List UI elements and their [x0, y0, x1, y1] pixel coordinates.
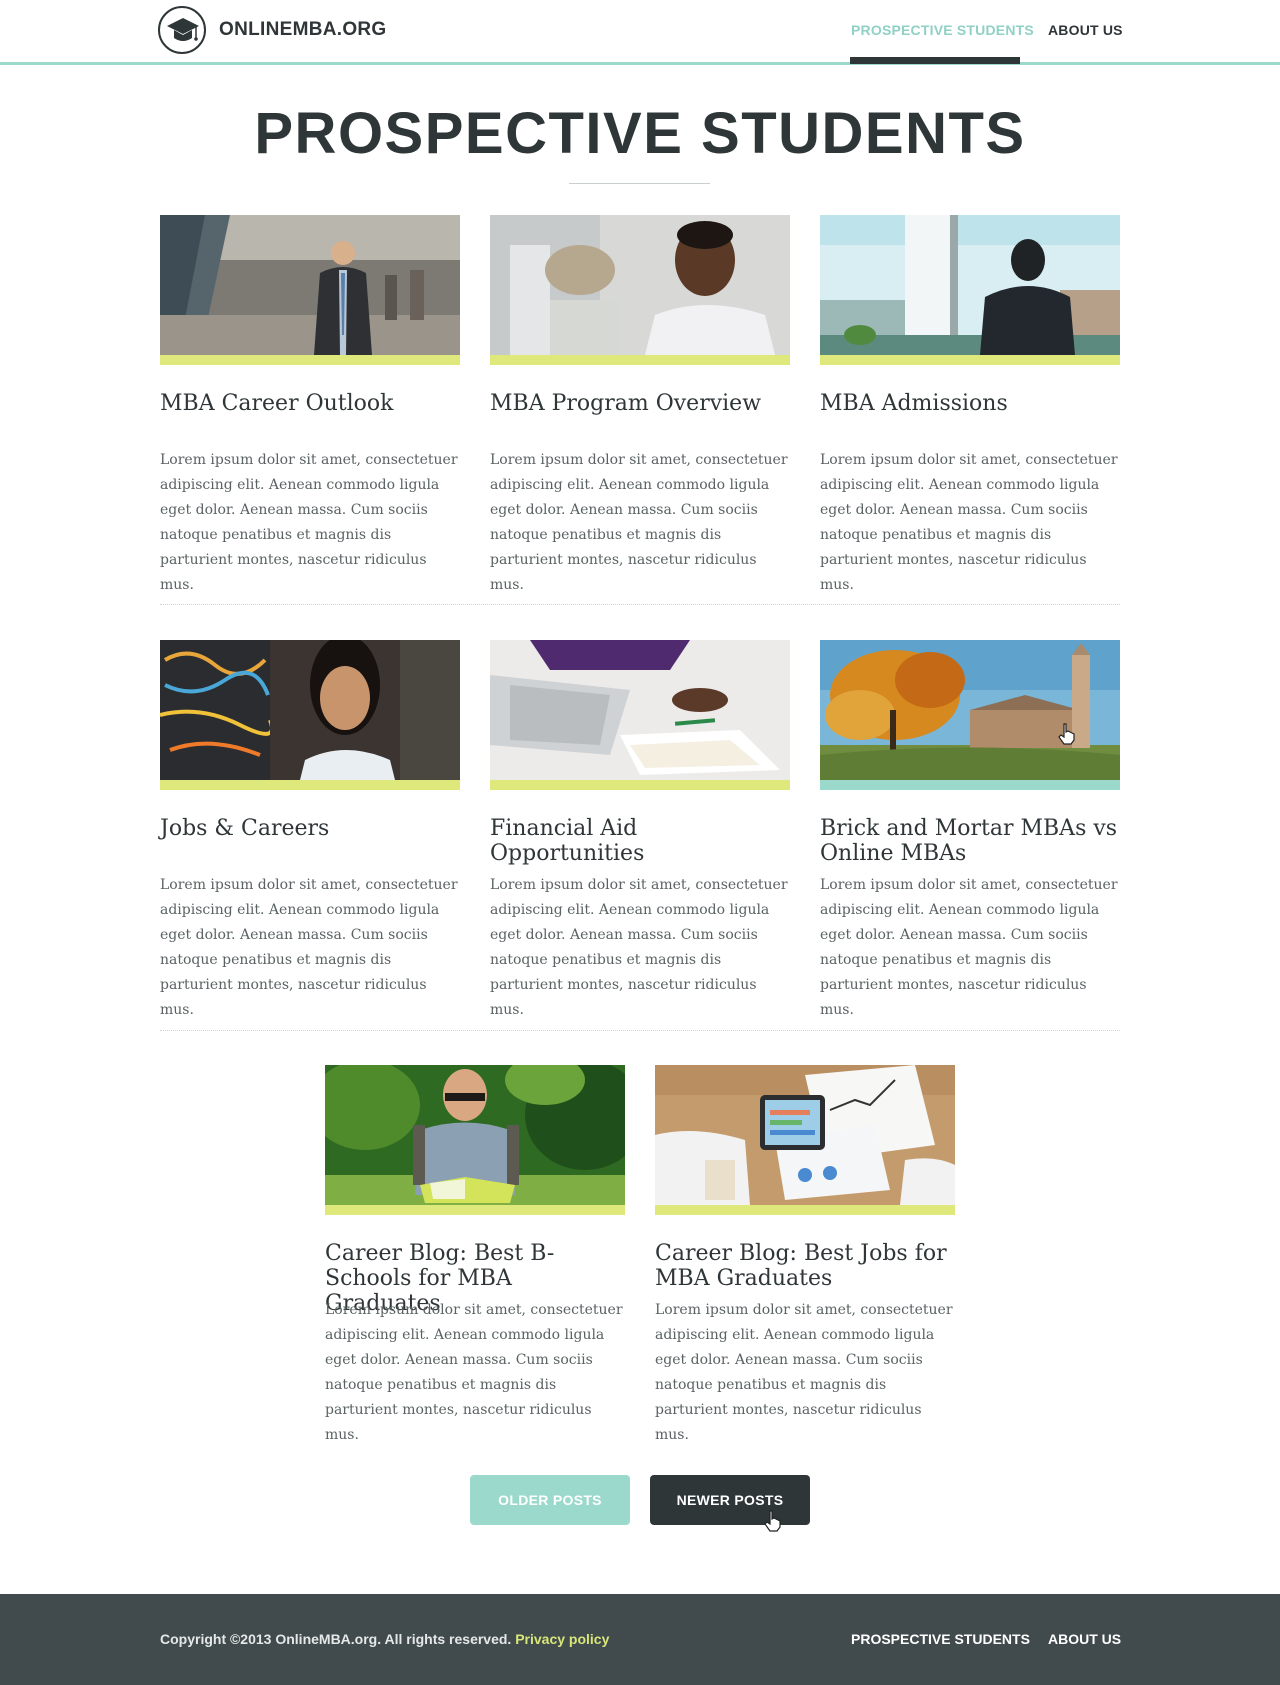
privacy-policy-link[interactable]: Privacy policy [515, 1631, 609, 1647]
post-image-man-window[interactable] [820, 215, 1120, 355]
row-divider [160, 604, 1120, 605]
copyright-text: Copyright ©2013 OnlineMBA.org. All right… [160, 1631, 609, 1647]
post-excerpt: Lorem ipsum dolor sit amet, consectetuer… [160, 452, 458, 593]
title-divider [569, 183, 710, 184]
post-title[interactable]: Brick and Mortar MBAs vs Online MBAs [820, 816, 1120, 866]
post-image-woman-server-room[interactable] [160, 640, 460, 780]
post-image-laptop-documents[interactable] [490, 640, 790, 780]
hand-pointer-icon [764, 1510, 781, 1532]
graduation-cap-icon[interactable] [158, 6, 206, 54]
image-accent-bar [160, 780, 460, 790]
post-title[interactable]: Jobs & Careers [160, 816, 460, 841]
site-footer: Copyright ©2013 OnlineMBA.org. All right… [0, 1594, 1280, 1685]
image-accent-bar [490, 355, 790, 365]
post-title[interactable]: Financial Aid Opportunities [490, 816, 790, 866]
site-header: ONLINEMBA.ORG PROSPECTIVE STUDENTS ABOUT… [0, 0, 1280, 65]
post-excerpt: Lorem ipsum dolor sit amet, consectetuer… [820, 877, 1118, 1018]
page-title: PROSPECTIVE STUDENTS [254, 101, 1026, 166]
post-title[interactable]: MBA Admissions [820, 391, 1120, 416]
post-image-student-reading[interactable] [325, 1065, 625, 1205]
post-image-businessman-phone[interactable] [160, 215, 460, 355]
post-excerpt: Lorem ipsum dolor sit amet, consectetuer… [490, 877, 788, 1018]
row-divider [160, 1030, 1120, 1031]
post-excerpt: Lorem ipsum dolor sit amet, consectetuer… [325, 1302, 623, 1443]
footer-nav-about-us[interactable]: ABOUT US [1048, 1631, 1121, 1647]
site-brand[interactable]: ONLINEMBA.ORG [219, 19, 387, 41]
image-accent-bar [325, 1205, 625, 1215]
post-title[interactable]: MBA Program Overview [490, 391, 790, 416]
image-accent-bar [820, 780, 1120, 790]
image-accent-bar [490, 780, 790, 790]
older-posts-button[interactable]: OLDER POSTS [470, 1475, 630, 1525]
nav-prospective-students[interactable]: PROSPECTIVE STUDENTS [851, 22, 1034, 38]
post-excerpt: Lorem ipsum dolor sit amet, consectetuer… [655, 1302, 953, 1443]
post-title[interactable]: MBA Career Outlook [160, 391, 460, 416]
post-image-campus-tower[interactable] [820, 640, 1120, 780]
copyright-label: Copyright ©2013 OnlineMBA.org. All right… [160, 1631, 512, 1647]
nav-about-us[interactable]: ABOUT US [1048, 22, 1123, 38]
image-accent-bar [160, 355, 460, 365]
post-image-tablet-charts[interactable] [655, 1065, 955, 1205]
post-excerpt: Lorem ipsum dolor sit amet, consectetuer… [160, 877, 458, 1018]
footer-nav-prospective-students[interactable]: PROSPECTIVE STUDENTS [851, 1631, 1030, 1647]
post-image-smiling-man[interactable] [490, 215, 790, 355]
nav-active-indicator [850, 57, 1020, 64]
post-title[interactable]: Career Blog: Best Jobs for MBA Graduates [655, 1241, 955, 1291]
post-excerpt: Lorem ipsum dolor sit amet, consectetuer… [490, 452, 788, 593]
newer-posts-button[interactable]: NEWER POSTS [650, 1475, 810, 1525]
image-accent-bar [820, 355, 1120, 365]
hand-pointer-icon [1058, 723, 1075, 745]
image-accent-bar [655, 1205, 955, 1215]
post-excerpt: Lorem ipsum dolor sit amet, consectetuer… [820, 452, 1118, 593]
